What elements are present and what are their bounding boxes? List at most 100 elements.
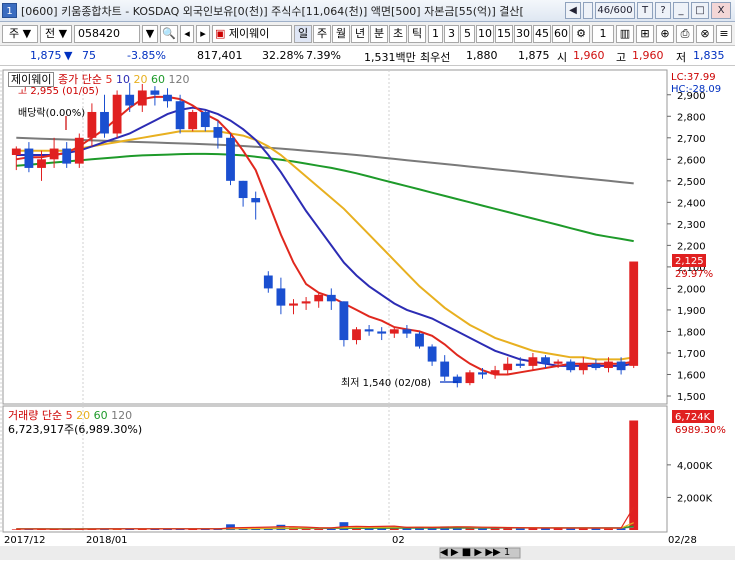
scroll-bar[interactable] <box>583 2 593 19</box>
market-select[interactable]: 주 ▼ <box>2 25 38 43</box>
period-week[interactable]: 주 <box>313 25 331 43</box>
candle-body <box>604 361 613 369</box>
price-tick-label: 1,600 <box>677 370 706 381</box>
open-price: 1,960 <box>573 49 605 62</box>
candle-body <box>87 111 97 138</box>
current-price: 1,875 <box>30 49 62 62</box>
candle-body <box>137 90 147 106</box>
change-pct: -3.85% <box>127 49 166 62</box>
candle-body <box>37 159 46 168</box>
code-dropdown-button[interactable]: ▼ <box>142 25 158 43</box>
close-button[interactable]: X <box>711 2 731 19</box>
play-forward-icon[interactable]: ▶ <box>451 547 459 558</box>
price-tick-label: 2,400 <box>677 198 706 209</box>
price-tick-label: 2,600 <box>677 155 706 166</box>
help-button[interactable]: ? <box>655 2 671 19</box>
settings-gear-icon[interactable]: ⚙ <box>572 25 590 43</box>
best-bid: 1,875 <box>518 49 550 62</box>
period-month[interactable]: 월 <box>332 25 350 43</box>
period-year[interactable]: 년 <box>351 25 369 43</box>
candle-body <box>415 333 424 347</box>
candle-body <box>276 288 286 306</box>
stock-name-box[interactable]: ▣ 제이웨이 <box>212 25 292 43</box>
stock-code-input[interactable]: 058420 <box>74 25 140 43</box>
prev-stock-button[interactable]: ◂ <box>180 25 194 43</box>
period-tick[interactable]: 틱 <box>408 25 426 43</box>
period-second[interactable]: 초 <box>389 25 407 43</box>
zoom-icon[interactable]: ⊕ <box>656 25 674 43</box>
price-tick-label: 2,500 <box>677 177 706 188</box>
volume-ratio: 7.39% <box>306 49 341 62</box>
interval-1[interactable]: 1 <box>428 25 443 43</box>
candle-body <box>402 329 412 334</box>
high-label: 고 <box>616 51 627 64</box>
period-minute[interactable]: 분 <box>370 25 388 43</box>
candle-body <box>11 148 21 156</box>
window-number-icon: 1 <box>2 3 17 18</box>
indicator-icon[interactable]: ⊞ <box>636 25 654 43</box>
candle-body <box>528 357 538 366</box>
play-back-icon[interactable]: ◀ <box>440 547 448 558</box>
candle-body <box>465 372 475 384</box>
candle-body <box>213 127 223 138</box>
stop-icon[interactable]: ■ <box>462 547 471 558</box>
stock-chart-svg[interactable]: 2,9002,8002,7002,6002,5002,4002,3002,200… <box>0 66 735 560</box>
candle-body <box>188 111 198 130</box>
stock-tag-icon: ▣ <box>215 27 226 40</box>
candle-body <box>566 361 576 371</box>
scroll-left-button[interactable]: ◀ <box>565 2 581 19</box>
ma-10-label: 10 <box>115 73 130 86</box>
candle-body <box>541 357 550 364</box>
interval-10[interactable]: 10 <box>476 25 494 43</box>
search-icon[interactable]: 🔍 <box>160 25 178 43</box>
price-tick-label: 1,900 <box>677 306 706 317</box>
count-input[interactable]: 1 <box>592 25 614 43</box>
candle-body <box>629 261 639 366</box>
price-tick-label: 2,200 <box>677 241 706 252</box>
chart-type-icon[interactable]: ▥ <box>616 25 634 43</box>
interval-5[interactable]: 5 <box>460 25 475 43</box>
ma-type-label: 종가 단순 <box>57 73 102 86</box>
x-axis-label: 2018/01 <box>86 535 128 546</box>
price-stock-label: 제이웨이 <box>8 72 55 87</box>
price-tick-label: 2,700 <box>677 134 706 145</box>
price-legend: 제이웨이 종가 단순 5 10 20 60 120 <box>8 71 189 87</box>
interval-45[interactable]: 45 <box>533 25 551 43</box>
link-icon[interactable]: ⊗ <box>696 25 714 43</box>
candle-body <box>326 294 336 302</box>
pin-button[interactable]: T <box>637 2 653 19</box>
window-titlebar: 1 [0600] 키움종합차트 - KOSDAQ 외국인보유[0(천)] 주식수… <box>0 0 735 22</box>
fast-forward-icon[interactable]: ▶▶ <box>485 547 500 558</box>
interval-3[interactable]: 3 <box>444 25 459 43</box>
speed-value[interactable]: 1 <box>504 547 510 558</box>
candle-body <box>591 363 601 369</box>
volume-pct-tag: 6989.30% <box>675 425 726 436</box>
current-price-tag: 2,125 <box>675 256 704 267</box>
candle-body <box>616 361 626 371</box>
high-price: 1,960 <box>632 49 664 62</box>
price-tick-label: 1,700 <box>677 349 706 360</box>
maximize-button[interactable]: □ <box>691 2 709 19</box>
ma-5-label: 5 <box>105 73 113 86</box>
minimize-button[interactable]: _ <box>673 2 689 19</box>
period-day[interactable]: 일 <box>294 25 312 43</box>
interval-15[interactable]: 15 <box>495 25 513 43</box>
bottom-scrollbar[interactable] <box>0 546 735 560</box>
interval-30[interactable]: 30 <box>514 25 532 43</box>
chart-toolbar: 주 ▼ 전 ▼ 058420 ▼ 🔍 ◂ ▸ ▣ 제이웨이 일 주 월 년 분 … <box>0 22 735 46</box>
menu-icon[interactable]: ≡ <box>716 25 732 43</box>
playback-controls[interactable]: ◀ ▶ ■ ▶ ▶▶ 1 <box>440 547 510 558</box>
next-stock-button[interactable]: ▸ <box>196 25 210 43</box>
chart-area[interactable]: 2,900 2,800 2,700 2,600 2,500 2,400 2,300 2,200… <box>0 66 735 560</box>
print-icon[interactable]: ⎙ <box>676 25 694 43</box>
step-icon[interactable]: ▶ <box>474 547 482 558</box>
open-label: 시 <box>557 51 568 64</box>
code-type-select[interactable]: 전 ▼ <box>40 25 72 43</box>
candle-body <box>150 90 160 95</box>
current-pct-tag: 29.97% <box>675 269 713 280</box>
interval-60[interactable]: 60 <box>552 25 570 43</box>
candle-body <box>490 370 500 375</box>
volume-tick-label: 4,000K <box>677 461 713 472</box>
volume-bar <box>541 528 550 530</box>
candle-body <box>175 101 185 130</box>
